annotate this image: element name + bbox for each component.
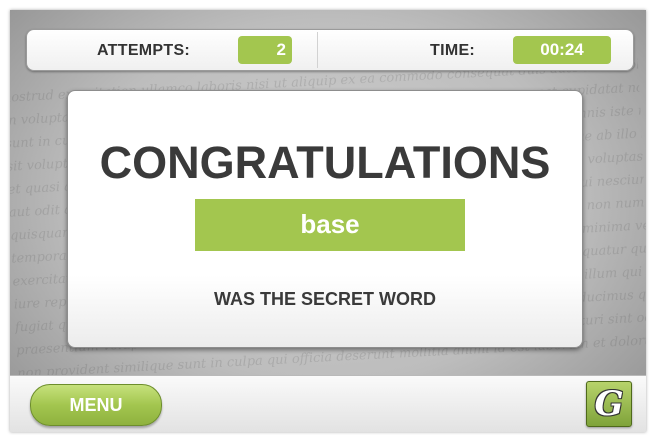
g-logo-button[interactable]: G <box>586 381 632 427</box>
g-logo-icon: G <box>594 384 624 424</box>
time-counter: 00:24 <box>513 36 611 64</box>
attempts-counter: 2 <box>238 36 292 64</box>
status-divider <box>317 32 318 68</box>
status-bar: ATTEMPTS: 2 TIME: 00:24 <box>26 29 634 71</box>
congratulations-title: CONGRATULATIONS <box>99 137 551 188</box>
secret-word-badge: base <box>195 199 465 251</box>
attempts-label: ATTEMPTS: <box>97 42 191 59</box>
game-screen: nostrud exercitation ullamco laboris nis… <box>10 10 646 432</box>
secret-word-caption: WAS THE SECRET WORD <box>213 289 436 309</box>
menu-button[interactable]: MENU <box>30 384 162 426</box>
result-card: CONGRATULATIONS base WAS THE SECRET WORD <box>67 90 583 348</box>
time-label: TIME: <box>430 42 476 59</box>
bottom-bar: MENU G <box>10 375 646 432</box>
